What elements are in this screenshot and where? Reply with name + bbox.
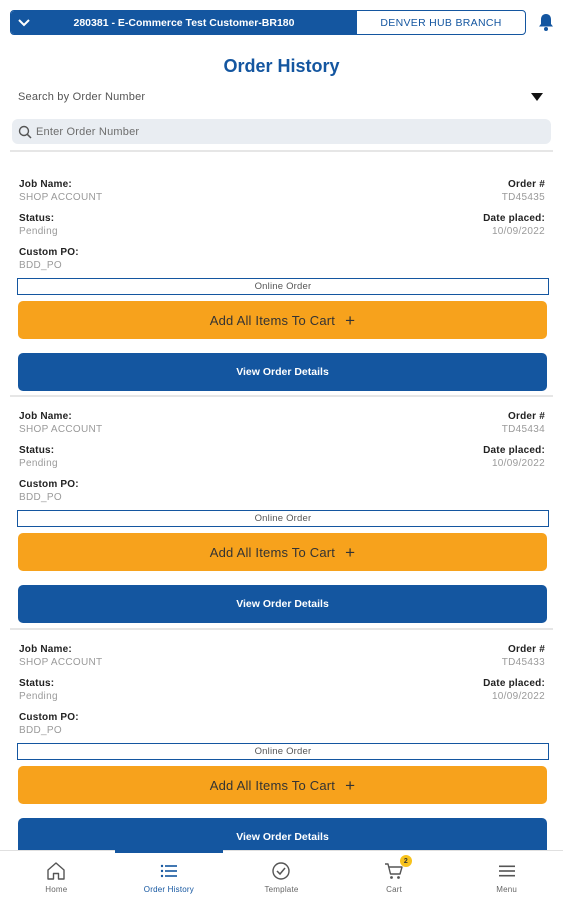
nav-label-menu: Menu bbox=[496, 885, 518, 894]
date-placed-label: Date placed: bbox=[483, 213, 545, 224]
page-title: Order History bbox=[223, 56, 340, 76]
order-number-value: TD45433 bbox=[501, 657, 545, 668]
account-label: 280381 - E-Commerce Test Customer-BR180 bbox=[73, 16, 295, 29]
nav-label-cart: Cart bbox=[386, 885, 403, 894]
add-all-items-to-cart-button[interactable]: Add All Items To Cart + bbox=[18, 766, 547, 804]
order-card: Job Name: SHOP ACCOUNT Order # TD45435 S… bbox=[10, 150, 553, 391]
status-label: Status: bbox=[19, 213, 55, 224]
bottom-nav: Home Order History Template 2 Cart Menu bbox=[0, 850, 563, 900]
job-name-value: SHOP ACCOUNT bbox=[19, 192, 103, 203]
hamburger-menu-icon bbox=[498, 865, 515, 877]
caret-down-icon[interactable] bbox=[531, 93, 543, 101]
order-number-label: Order # bbox=[508, 179, 545, 190]
nav-item-order-history[interactable]: Order History bbox=[113, 850, 226, 900]
date-placed-label: Date placed: bbox=[483, 445, 545, 456]
order-card: Job Name: SHOP ACCOUNT Order # TD45434 S… bbox=[10, 395, 553, 628]
order-number-search-input[interactable] bbox=[36, 125, 516, 138]
nav-item-template[interactable]: Template bbox=[225, 851, 338, 900]
order-type-badge: Online Order bbox=[17, 743, 549, 760]
view-order-details-button[interactable]: View Order Details bbox=[18, 585, 547, 623]
status-value: Pending bbox=[19, 458, 58, 469]
date-placed-value: 10/09/2022 bbox=[491, 691, 545, 702]
order-card: Job Name: SHOP ACCOUNT Order # TD45433 S… bbox=[10, 628, 553, 850]
job-name-label: Job Name: bbox=[19, 644, 72, 655]
nav-label-order-history: Order History bbox=[143, 885, 194, 894]
status-label: Status: bbox=[19, 678, 55, 689]
custom-po-label: Custom PO: bbox=[19, 479, 79, 490]
date-placed-value: 10/09/2022 bbox=[491, 458, 545, 469]
add-all-label: Add All Items To Cart bbox=[209, 312, 336, 328]
cart-count-badge: 2 bbox=[399, 855, 412, 867]
custom-po-value: BDD_PO bbox=[19, 492, 62, 503]
nav-item-menu[interactable]: Menu bbox=[450, 851, 563, 900]
status-value: Pending bbox=[19, 691, 58, 702]
plus-icon: + bbox=[345, 775, 356, 795]
custom-po-label: Custom PO: bbox=[19, 712, 79, 723]
nav-item-cart[interactable]: 2 Cart bbox=[338, 851, 451, 900]
notification-bell-icon[interactable] bbox=[536, 12, 556, 32]
list-icon bbox=[160, 864, 177, 878]
order-list[interactable]: Job Name: SHOP ACCOUNT Order # TD45435 S… bbox=[10, 150, 553, 850]
date-placed-label: Date placed: bbox=[483, 678, 545, 689]
order-type-badge: Online Order bbox=[17, 278, 549, 295]
custom-po-value: BDD_PO bbox=[19, 725, 62, 736]
add-all-label: Add All Items To Cart bbox=[209, 777, 336, 793]
view-order-details-button[interactable]: View Order Details bbox=[18, 353, 547, 391]
custom-po-label: Custom PO: bbox=[19, 247, 79, 258]
order-number-value: TD45435 bbox=[501, 192, 545, 203]
home-icon bbox=[47, 862, 65, 880]
custom-po-value: BDD_PO bbox=[19, 260, 62, 271]
job-name-value: SHOP ACCOUNT bbox=[19, 424, 103, 435]
search-icon bbox=[18, 125, 32, 139]
order-number-label: Order # bbox=[508, 644, 545, 655]
account-selector[interactable]: 280381 - E-Commerce Test Customer-BR180 … bbox=[10, 10, 526, 35]
search-bar[interactable] bbox=[12, 119, 551, 144]
nav-item-home[interactable]: Home bbox=[0, 851, 113, 900]
view-order-details-button[interactable]: View Order Details bbox=[18, 818, 547, 850]
add-all-label: Add All Items To Cart bbox=[209, 544, 336, 560]
job-name-value: SHOP ACCOUNT bbox=[19, 657, 103, 668]
status-value: Pending bbox=[19, 226, 58, 237]
order-number-value: TD45434 bbox=[501, 424, 545, 435]
order-number-label: Order # bbox=[508, 411, 545, 422]
branch-selector[interactable]: DENVER HUB BRANCH bbox=[357, 11, 525, 34]
chevron-down-icon[interactable] bbox=[11, 18, 37, 27]
nav-label-template: Template bbox=[264, 885, 299, 894]
account-dropdown[interactable]: 280381 - E-Commerce Test Customer-BR180 bbox=[11, 11, 357, 34]
check-circle-icon bbox=[272, 862, 291, 880]
nav-label-home: Home bbox=[45, 885, 68, 894]
order-type-badge: Online Order bbox=[17, 510, 549, 527]
plus-icon: + bbox=[345, 542, 356, 562]
add-all-items-to-cart-button[interactable]: Add All Items To Cart + bbox=[18, 301, 547, 339]
search-mode-label[interactable]: Search by Order Number bbox=[18, 91, 145, 103]
top-bar: 280381 - E-Commerce Test Customer-BR180 … bbox=[0, 0, 563, 44]
status-label: Status: bbox=[19, 445, 55, 456]
plus-icon: + bbox=[345, 310, 356, 330]
job-name-label: Job Name: bbox=[19, 411, 72, 422]
add-all-items-to-cart-button[interactable]: Add All Items To Cart + bbox=[18, 533, 547, 571]
date-placed-value: 10/09/2022 bbox=[491, 226, 545, 237]
job-name-label: Job Name: bbox=[19, 179, 72, 190]
